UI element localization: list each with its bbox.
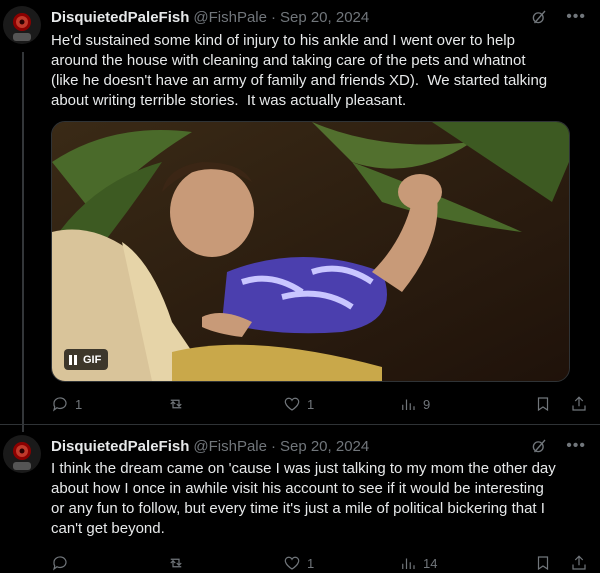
like-count: 1	[307, 396, 315, 412]
gif-label: GIF	[83, 353, 102, 366]
avatar[interactable]	[3, 435, 41, 473]
views-icon	[402, 399, 415, 410]
bookmark-icon	[537, 556, 549, 571]
tweet-header: DisquietedPaleFish @FishPale · Sep 20, 2…	[51, 435, 586, 457]
reply-icon	[53, 556, 67, 571]
bookmark-button[interactable]	[534, 395, 552, 413]
tweet-text: He'd sustained some kind of injury to hi…	[51, 32, 548, 109]
avatar-image	[3, 6, 41, 44]
views-button[interactable]: 9	[399, 395, 515, 413]
heart-icon	[284, 397, 300, 411]
gif-badge[interactable]: GIF	[64, 349, 109, 370]
pause-icon[interactable]	[69, 354, 77, 365]
more-icon[interactable]: •••	[566, 438, 586, 454]
share-icon	[572, 555, 586, 570]
tweet-1[interactable]: DisquietedPaleFish @FishPale · Sep 20, 2…	[0, 0, 600, 424]
like-count: 1	[307, 555, 315, 571]
tweet-actions: 1 14	[51, 553, 588, 573]
tweet-header: DisquietedPaleFish @FishPale · Sep 20, 2…	[51, 6, 586, 28]
heart-icon	[284, 556, 300, 570]
grok-icon[interactable]	[530, 437, 548, 455]
share-button[interactable]	[570, 395, 588, 413]
bookmark-icon	[537, 397, 549, 412]
share-icon	[572, 396, 586, 411]
bookmark-button[interactable]	[534, 554, 552, 572]
retweet-icon	[170, 399, 182, 409]
author-name[interactable]: DisquietedPaleFish	[51, 438, 189, 455]
views-icon	[402, 558, 415, 569]
retweet-button[interactable]	[167, 395, 283, 413]
retweet-icon	[170, 558, 182, 568]
like-button[interactable]: 1	[283, 395, 399, 413]
tweet-text: I think the dream came on 'cause I was j…	[51, 460, 556, 537]
separator: ·	[270, 437, 276, 455]
avatar-image	[3, 435, 41, 473]
author-name[interactable]: DisquietedPaleFish	[51, 9, 189, 26]
author-handle[interactable]: @FishPale	[193, 9, 267, 26]
reply-icon	[53, 397, 67, 412]
author-handle[interactable]: @FishPale	[193, 438, 267, 455]
tweet-date[interactable]: Sep 20, 2024	[280, 438, 369, 455]
reply-button[interactable]: 1	[51, 395, 167, 413]
tweet-media-gif[interactable]: GIF	[51, 121, 570, 382]
tweet-2[interactable]: DisquietedPaleFish @FishPale · Sep 20, 2…	[0, 424, 600, 571]
reply-count: 1	[75, 396, 83, 412]
retweet-button[interactable]	[167, 554, 283, 572]
views-count: 9	[423, 396, 431, 412]
separator: ·	[270, 8, 276, 26]
like-button[interactable]: 1	[283, 554, 399, 572]
grok-icon[interactable]	[530, 8, 548, 26]
more-icon[interactable]: •••	[566, 9, 586, 25]
views-button[interactable]: 14	[399, 554, 515, 572]
tweet-actions: 1 1 9	[51, 394, 588, 414]
gif-frame	[52, 122, 569, 381]
reply-button[interactable]	[51, 554, 167, 572]
avatar[interactable]	[3, 6, 41, 44]
views-count: 14	[423, 555, 438, 571]
share-button[interactable]	[570, 554, 588, 572]
tweet-date[interactable]: Sep 20, 2024	[280, 9, 369, 26]
